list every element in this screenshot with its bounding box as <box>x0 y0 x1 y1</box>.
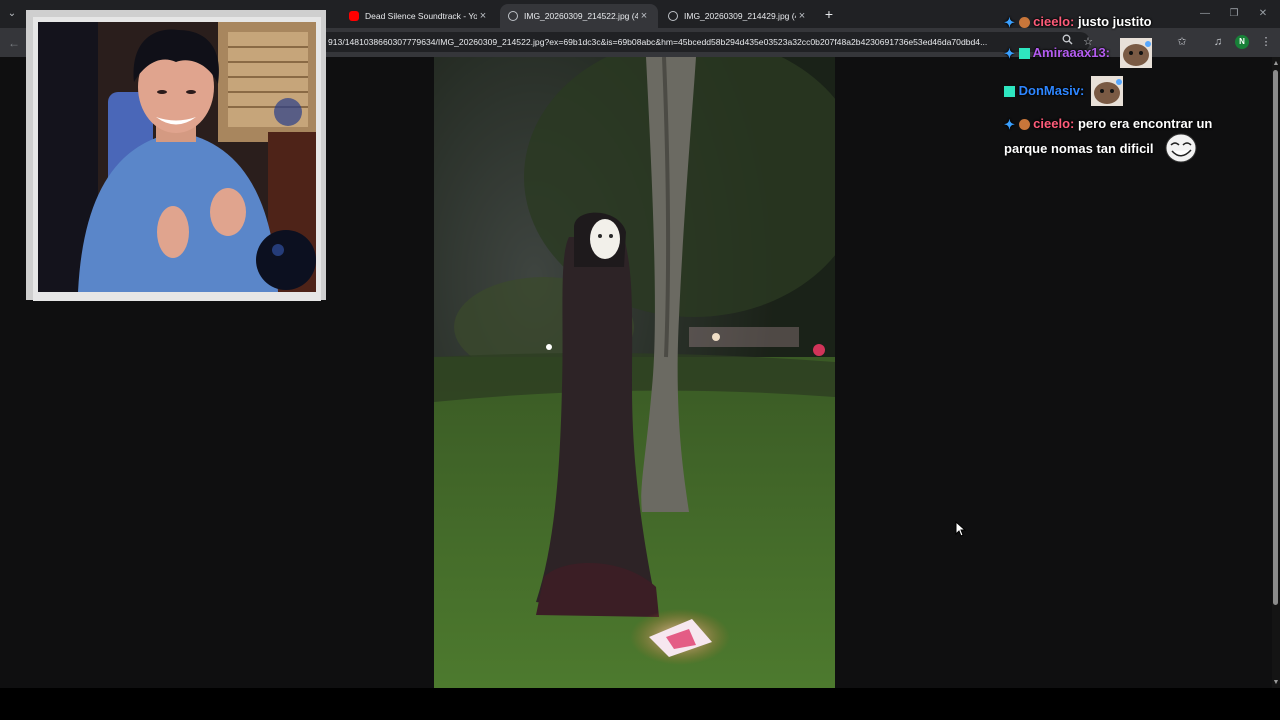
sword-badge-icon: ✦ <box>1004 14 1015 30</box>
maximize-button[interactable]: ❐ <box>1225 6 1243 22</box>
chat-message: DonMasiv: <box>1004 83 1084 98</box>
tab-youtube[interactable]: Dead Silence Soundtrack - YouTube × <box>341 4 497 28</box>
new-tab-button[interactable]: + <box>820 5 838 23</box>
tab-title: IMG_20260309_214429.jpg (481 <box>684 11 796 21</box>
chat-text: pero era encontrar un <box>1077 116 1213 131</box>
youtube-icon <box>349 11 359 21</box>
scroll-down-arrow-icon[interactable]: ▼ <box>1271 678 1280 688</box>
menu-icon[interactable]: ⋮ <box>1258 34 1274 50</box>
taskbar-area <box>0 688 1280 720</box>
cat-emote-icon <box>1120 38 1152 73</box>
chat-username: cieelo: <box>1033 116 1075 131</box>
tab-active-image[interactable]: IMG_20260309_214522.jpg (481 × <box>500 4 658 28</box>
tab-title: Dead Silence Soundtrack - YouTube <box>365 11 477 21</box>
troll-face-emote-icon <box>1165 133 1197 168</box>
webcam-feed <box>38 22 316 292</box>
chat-username: cieelo: <box>1033 14 1075 29</box>
tab-title: IMG_20260309_214522.jpg (481 <box>524 11 638 21</box>
sword-badge-icon: ✦ <box>1004 45 1015 61</box>
chat-message-continued: parque nomas tan dificil <box>1004 141 1154 156</box>
tab-close-icon[interactable]: × <box>796 10 808 22</box>
grid-badge-icon <box>1004 86 1015 98</box>
chat-text: parque nomas tan dificil <box>1004 141 1154 156</box>
chat-text: justo justito <box>1077 14 1152 29</box>
tab-close-icon[interactable]: × <box>477 10 489 22</box>
chat-username: Amiraaax13: <box>1032 45 1110 60</box>
scroll-up-arrow-icon[interactable]: ▲ <box>1271 59 1280 69</box>
tab-image-2[interactable]: IMG_20260309_214429.jpg (481 × <box>660 4 816 28</box>
bag-badge-icon <box>1018 119 1030 131</box>
sword-badge-icon: ✦ <box>1004 116 1015 132</box>
cat-emote-icon <box>1091 76 1123 111</box>
mouse-cursor-icon <box>955 520 967 542</box>
back-arrow-icon[interactable]: ← <box>6 35 22 51</box>
url-text[interactable]: 913/1481038660307779634/IMG_20260309_214… <box>328 35 1054 49</box>
media-controls-icon[interactable]: ♫ <box>1210 34 1226 50</box>
scrollbar-thumb[interactable] <box>1273 70 1278 605</box>
bookmarks-icon[interactable]: ✩ <box>1174 34 1190 50</box>
profile-avatar[interactable]: N <box>1235 35 1249 49</box>
chat-message: ✦ Amiraaax13: <box>1004 45 1110 62</box>
globe-icon <box>668 11 678 21</box>
viewed-photo <box>434 57 835 688</box>
grid-badge-icon <box>1018 48 1030 60</box>
tab-close-icon[interactable]: × <box>638 10 650 22</box>
chat-message: ✦ cieelo: justo justito <box>1004 14 1152 31</box>
bag-badge-icon <box>1018 17 1030 29</box>
minimize-button[interactable]: — <box>1196 6 1214 22</box>
globe-icon <box>508 11 518 21</box>
chat-message: ✦ cieelo: pero era encontrar un <box>1004 116 1212 133</box>
close-window-button[interactable]: ✕ <box>1254 6 1272 22</box>
chat-username: DonMasiv: <box>1018 83 1085 98</box>
tab-list-icon[interactable]: ⌄ <box>4 6 20 22</box>
